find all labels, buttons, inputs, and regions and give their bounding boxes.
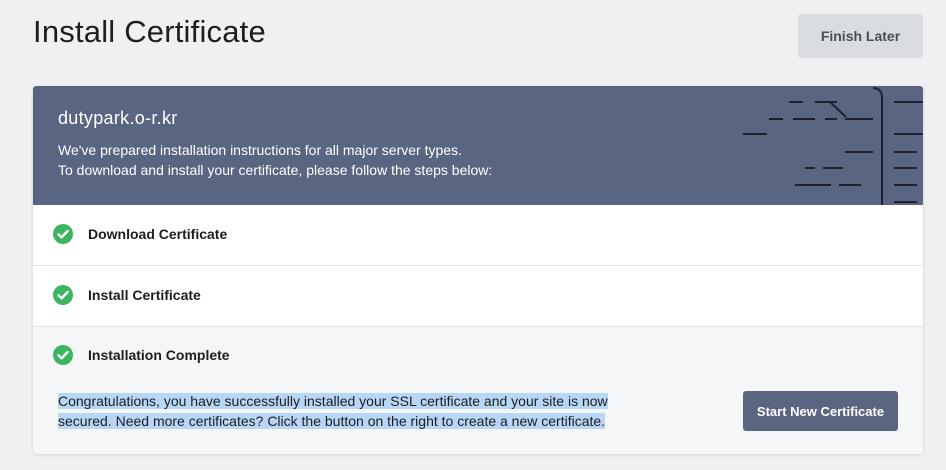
congratulations-text: Congratulations, you have successfully i… xyxy=(58,393,608,429)
start-new-certificate-button[interactable]: Start New Certificate xyxy=(743,391,898,431)
congratulations-message: Congratulations, you have successfully i… xyxy=(58,391,658,431)
step-download-certificate[interactable]: Download Certificate xyxy=(33,205,923,266)
intro-text-line-1: We've prepared installation instructions… xyxy=(58,142,462,158)
code-pattern-decoration xyxy=(743,87,923,205)
check-circle-icon xyxy=(53,285,73,305)
page: Install Certificate Finish Later dutypar… xyxy=(0,0,946,470)
page-title: Install Certificate xyxy=(33,14,266,49)
domain-name: dutypark.o-r.kr xyxy=(58,108,178,128)
step-label: Download Certificate xyxy=(88,226,228,242)
step-installation-complete: Installation Complete Congratulations, y… xyxy=(33,327,923,454)
finish-later-button[interactable]: Finish Later xyxy=(798,14,923,58)
certificate-card: dutypark.o-r.kr We've prepared installat… xyxy=(33,86,923,454)
step-install-certificate[interactable]: Install Certificate xyxy=(33,266,923,327)
check-circle-icon xyxy=(53,224,73,244)
step-label: Install Certificate xyxy=(88,287,201,303)
check-circle-icon xyxy=(53,345,73,365)
step-label: Installation Complete xyxy=(88,347,230,363)
intro-text-line-2: To download and install your certificate… xyxy=(58,162,493,178)
card-header: dutypark.o-r.kr We've prepared installat… xyxy=(33,86,923,205)
